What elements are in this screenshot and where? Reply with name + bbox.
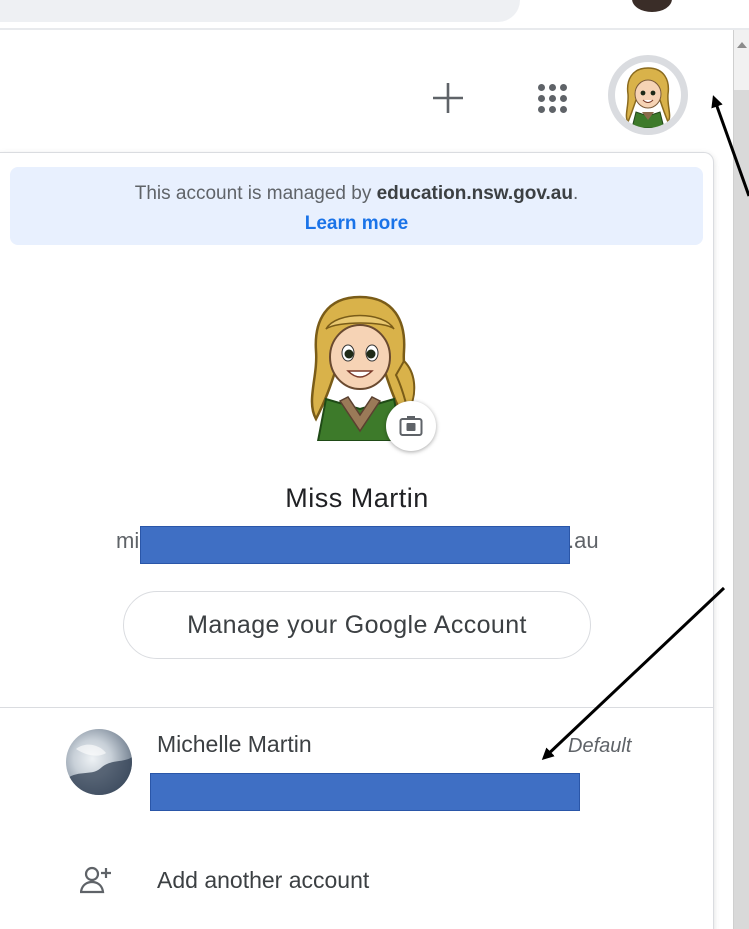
default-account-badge: Default <box>568 735 632 757</box>
google-apps-button[interactable] <box>528 74 576 122</box>
scroll-up-arrow-icon[interactable] <box>737 42 747 48</box>
account-avatar-button[interactable] <box>608 55 688 135</box>
person-add-icon <box>80 866 111 894</box>
add-another-account-button[interactable]: Add another account <box>0 843 714 915</box>
account-display-name: Miss Martin <box>285 483 429 513</box>
managed-account-text: This account is managed by education.nsw… <box>134 183 579 204</box>
account-list-item[interactable]: Michelle Martin Default <box>0 709 714 819</box>
secondary-account-avatar <box>66 729 132 795</box>
account-email: mic .au <box>0 526 714 564</box>
scrollbar-track <box>734 30 749 90</box>
managed-account-banner: This account is managed by education.nsw… <box>10 167 703 245</box>
change-photo-button[interactable] <box>386 401 436 451</box>
manage-google-account-button[interactable]: Manage your Google Account <box>123 591 591 659</box>
secondary-email-redaction-box <box>150 773 580 811</box>
page-scrollbar[interactable] <box>733 30 749 929</box>
plus-icon <box>433 83 463 113</box>
email-redaction-box <box>140 526 570 564</box>
managed-domain: education.nsw.gov.au <box>376 183 573 204</box>
camera-icon <box>399 416 423 436</box>
browser-tab-strip <box>0 0 749 30</box>
secondary-account-name: Michelle Martin <box>157 731 312 757</box>
create-button[interactable] <box>424 74 472 122</box>
browser-profile-avatar[interactable] <box>632 0 672 12</box>
learn-more-link[interactable]: Learn more <box>305 213 408 234</box>
add-another-account-label: Add another account <box>157 867 370 893</box>
email-suffix: .au <box>568 528 599 553</box>
account-menu-card: This account is managed by education.nsw… <box>0 152 714 929</box>
section-divider <box>0 707 714 708</box>
browser-tab[interactable] <box>0 0 520 22</box>
apps-grid-icon <box>537 83 567 113</box>
profile-avatar <box>615 62 681 128</box>
